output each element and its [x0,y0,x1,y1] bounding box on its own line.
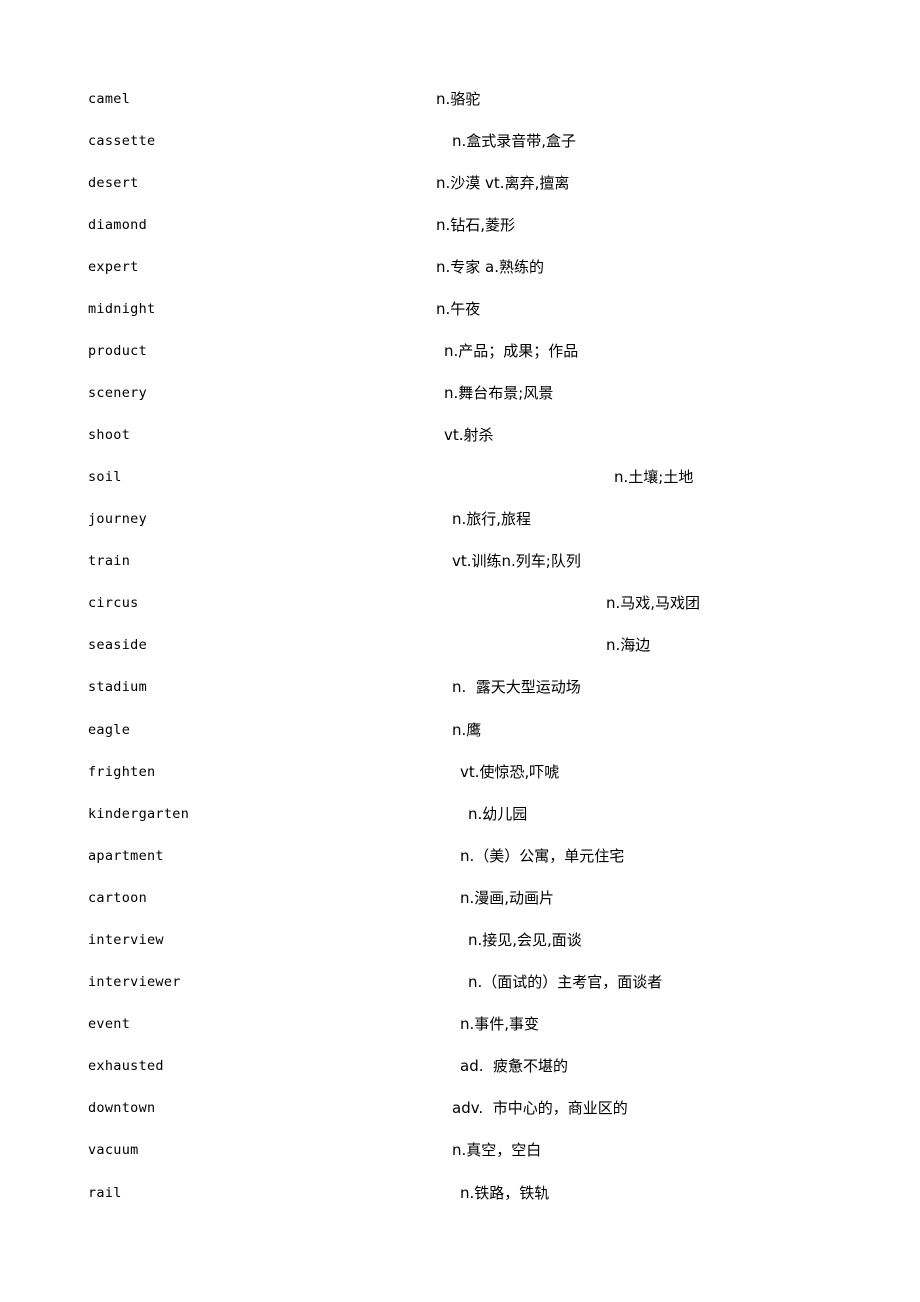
vocab-entry: interview n.接见,会见,面谈 [0,930,920,950]
vocab-entry: circus n.马戏,马戏团 [0,593,920,613]
vocab-entry: apartment n.（美）公寓，单元住宅 [0,846,920,866]
english-word: stadium [88,679,147,695]
chinese-definition: vt.使惊恐,吓唬 [460,763,560,781]
vocab-entry: journey n.旅行,旅程 [0,509,920,529]
english-word: apartment [88,848,164,864]
chinese-definition: n. 露天大型运动场 [452,678,581,696]
english-word: rail [88,1185,122,1201]
vocab-entry: event n.事件,事变 [0,1014,920,1034]
english-word: product [88,343,147,359]
vocab-entry: diamond n.钻石,菱形 [0,215,920,235]
english-word: downtown [88,1100,156,1116]
vocab-entry: midnight n.午夜 [0,299,920,319]
english-word: kindergarten [88,806,190,822]
vocabulary-list: camel n.骆驼 cassette n.盒式录音带,盒子 desert n.… [0,0,920,1302]
chinese-definition: n.专家 a.熟练的 [436,258,545,276]
chinese-definition: n.漫画,动画片 [460,889,555,907]
english-word: desert [88,175,139,191]
chinese-definition: vt.训练n.列车;队列 [452,552,581,570]
chinese-definition: n.接见,会见,面谈 [468,931,582,949]
vocab-entry: train vt.训练n.列车;队列 [0,551,920,571]
vocab-entry: soil n.土壤;土地 [0,467,920,487]
vocab-entry: kindergarten n.幼儿园 [0,804,920,824]
english-word: interviewer [88,974,181,990]
vocab-entry: cartoon n.漫画,动画片 [0,888,920,908]
chinese-definition: n.事件,事变 [460,1015,540,1033]
chinese-definition: n.真空，空白 [452,1141,542,1159]
chinese-definition: n.（美）公寓，单元住宅 [460,847,625,865]
chinese-definition: ad. 疲惫不堪的 [460,1057,569,1075]
english-word: diamond [88,217,147,233]
chinese-definition: vt.射杀 [444,426,494,444]
chinese-definition: n.舞台布景;风景 [444,384,554,402]
english-word: expert [88,259,139,275]
vocab-entry: downtown adv. 市中心的，商业区的 [0,1098,920,1118]
english-word: cassette [88,133,156,149]
chinese-definition: n.土壤;土地 [614,468,694,486]
chinese-definition: adv. 市中心的，商业区的 [452,1099,628,1117]
chinese-definition: n.午夜 [436,300,481,318]
english-word: event [88,1016,131,1032]
vocab-entry: scenery n.舞台布景;风景 [0,383,920,403]
vocab-entry: product n.产品；成果；作品 [0,341,920,361]
vocab-entry: camel n.骆驼 [0,89,920,109]
english-word: journey [88,511,147,527]
chinese-definition: n.产品；成果；作品 [444,342,579,360]
english-word: seaside [88,637,147,653]
vocab-entry: stadium n. 露天大型运动场 [0,677,920,697]
english-word: midnight [88,301,156,317]
vocab-entry: seaside n.海边 [0,635,920,655]
english-word: frighten [88,764,156,780]
english-word: interview [88,932,164,948]
chinese-definition: n.盒式录音带,盒子 [452,132,577,150]
vocab-entry: eagle n.鹰 [0,720,920,740]
chinese-definition: n.骆驼 [436,90,481,108]
english-word: soil [88,469,122,485]
vocab-entry: shoot vt.射杀 [0,425,920,445]
vocab-entry: interviewer n.（面试的）主考官，面谈者 [0,972,920,992]
vocab-entry: cassette n.盒式录音带,盒子 [0,131,920,151]
english-word: circus [88,595,139,611]
chinese-definition: n.沙漠 vt.离弃,擅离 [436,174,570,192]
vocab-entry: exhausted ad. 疲惫不堪的 [0,1056,920,1076]
vocab-entry: rail n.铁路，铁轨 [0,1183,920,1203]
chinese-definition: n.铁路，铁轨 [460,1184,550,1202]
english-word: cartoon [88,890,147,906]
english-word: vacuum [88,1142,139,1158]
english-word: shoot [88,427,131,443]
chinese-definition: n.马戏,马戏团 [606,594,701,612]
vocab-entry: vacuum n.真空，空白 [0,1140,920,1160]
chinese-definition: n.幼儿园 [468,805,528,823]
chinese-definition: n.海边 [606,636,651,654]
vocab-entry: desert n.沙漠 vt.离弃,擅离 [0,173,920,193]
english-word: eagle [88,722,131,738]
chinese-definition: n.鹰 [452,721,482,739]
vocab-entry: expert n.专家 a.熟练的 [0,257,920,277]
english-word: exhausted [88,1058,164,1074]
chinese-definition: n.（面试的）主考官，面谈者 [468,973,663,991]
english-word: scenery [88,385,147,401]
chinese-definition: n.旅行,旅程 [452,510,532,528]
english-word: camel [88,91,131,107]
chinese-definition: n.钻石,菱形 [436,216,516,234]
vocab-entry: frighten vt.使惊恐,吓唬 [0,762,920,782]
english-word: train [88,553,131,569]
